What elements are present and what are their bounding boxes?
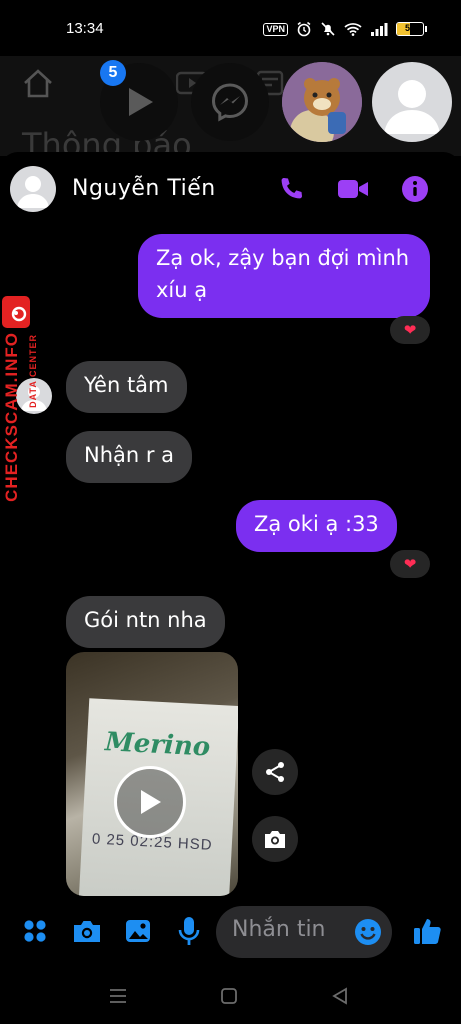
gallery-icon [126, 920, 150, 942]
back-button[interactable] [328, 984, 352, 1008]
watermark: CHECKSCAM.INFO DATA CENTER [0, 296, 46, 526]
message-bubble-incoming[interactable]: Nhận r a [66, 431, 193, 483]
apps-icon [24, 920, 46, 942]
battery-level: 50 [404, 23, 415, 33]
heart-reaction[interactable]: ❤ [390, 550, 430, 578]
message-composer: Nhắn tin [0, 902, 461, 966]
message-bubble-incoming[interactable]: Yên tâm [66, 361, 187, 413]
contact-avatar[interactable] [10, 166, 56, 212]
message-text: Zạ oki ạ :33 [254, 512, 379, 536]
heart-reaction[interactable]: ❤ [390, 316, 430, 344]
square-icon [221, 988, 237, 1004]
signal-icon [371, 23, 388, 36]
system-nav-bar [0, 968, 461, 1024]
home-icon [24, 69, 52, 98]
notification-badge: 5 [100, 60, 126, 86]
message-text: Yên tâm [84, 373, 169, 397]
watermark-text: CHECKSCAM.INFO [2, 332, 21, 502]
message-text: Gói ntn nha [84, 608, 207, 632]
menu-icon [110, 989, 126, 1003]
camera-icon [74, 921, 100, 942]
share-button[interactable] [252, 749, 298, 795]
wifi-icon [344, 23, 362, 36]
camera-icon [265, 831, 285, 848]
message-text: Zạ ok, zậy bạn đợi mình xíu ạ [156, 246, 410, 302]
chat-header: Nguyễn Tiến [0, 152, 461, 224]
status-time: 13:34 [66, 20, 104, 37]
voice-message-button[interactable] [172, 914, 206, 948]
recent-apps-button[interactable] [106, 984, 130, 1008]
user-avatar-head[interactable] [372, 62, 452, 142]
status-bar: 13:34 VPN 50 [0, 0, 461, 56]
video-call-button[interactable] [336, 172, 370, 206]
share-icon [266, 762, 284, 782]
battery-icon: 50 [396, 22, 424, 36]
info-icon [402, 176, 428, 202]
battery-tip [425, 26, 427, 32]
message-bubble-outgoing[interactable]: Zạ oki ạ :33 [236, 500, 397, 552]
play-icon [129, 88, 153, 116]
gallery-button[interactable] [121, 914, 155, 948]
camera-button[interactable] [70, 914, 104, 948]
watermark-subtext: DATA CENTER [28, 334, 38, 408]
back-triangle-icon [332, 987, 347, 1005]
vpn-icon: VPN [263, 22, 288, 36]
like-icon [414, 919, 441, 944]
status-icons: VPN 50 [263, 21, 427, 37]
message-text: Nhận r a [84, 443, 175, 467]
save-photo-button[interactable] [252, 816, 298, 862]
lock-icon [11, 306, 27, 322]
home-button[interactable] [217, 984, 241, 1008]
video-call-icon [338, 180, 368, 198]
bear-avatar-head[interactable] [282, 62, 362, 142]
user-avatar-icon [384, 80, 440, 134]
play-icon [141, 790, 161, 814]
info-button[interactable] [398, 172, 432, 206]
alarm-icon [297, 21, 311, 37]
apps-button[interactable] [18, 914, 52, 948]
message-input[interactable]: Nhắn tin [216, 906, 392, 958]
like-button[interactable] [410, 914, 444, 948]
chat-panel: Nguyễn Tiến Zạ ok, zậy bạn đợi mình xíu … [0, 152, 461, 968]
play-video-button[interactable] [114, 766, 186, 838]
user-avatar-icon [17, 176, 49, 208]
message-bubble-outgoing[interactable]: Zạ ok, zậy bạn đợi mình xíu ạ [138, 234, 430, 318]
bear-avatar-image [282, 62, 362, 142]
message-input-placeholder: Nhắn tin [232, 917, 326, 942]
phone-icon [281, 178, 302, 199]
phone-call-button[interactable] [274, 172, 308, 206]
contact-name[interactable]: Nguyễn Tiến [72, 176, 216, 201]
watermark-lock-icon [2, 296, 30, 328]
emoji-icon[interactable] [354, 918, 382, 946]
messenger-icon [211, 83, 249, 122]
messenger-head[interactable] [191, 63, 269, 141]
package-brand-text: Merino [104, 727, 211, 763]
message-bubble-incoming[interactable]: Gói ntn nha [66, 596, 225, 648]
mic-icon [178, 917, 200, 945]
video-message[interactable]: Merino 0 25 02:25 HSD [66, 652, 238, 896]
mute-icon [321, 22, 335, 36]
